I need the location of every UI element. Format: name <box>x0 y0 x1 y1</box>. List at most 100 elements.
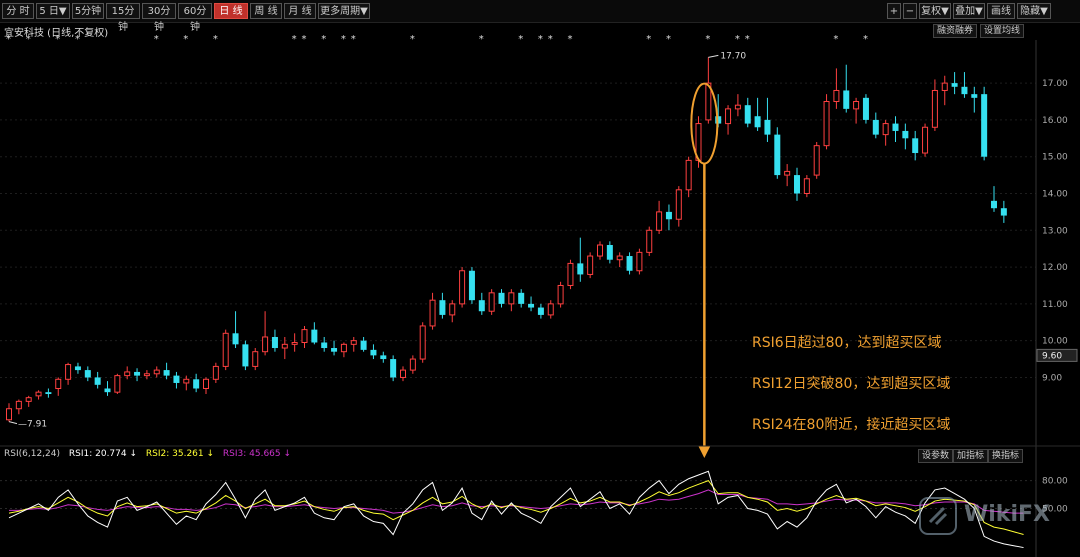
event-marker: * <box>705 34 710 45</box>
candle-body <box>498 292 505 304</box>
candle-body <box>646 229 653 253</box>
low-label: —7.91 <box>18 420 47 430</box>
candle-body <box>331 348 338 352</box>
candle-body <box>902 130 909 139</box>
annotation-rsi12: RSI12日突破80，达到超买区域 <box>752 376 951 392</box>
low-pointer <box>8 421 18 425</box>
candle-body <box>981 94 988 157</box>
candle-body <box>547 303 554 316</box>
candle-body <box>665 211 672 220</box>
candle-body <box>183 378 190 384</box>
event-marker: * <box>154 34 159 45</box>
candle-body <box>153 369 160 375</box>
event-marker: * <box>26 34 31 45</box>
candle-body <box>449 303 456 316</box>
candle-body <box>468 270 475 301</box>
rsi-indicator-name[interactable]: RSI(6,12,24) <box>4 449 60 459</box>
set-params-button[interactable]: 设参数 <box>918 449 954 463</box>
candle-body <box>636 251 643 272</box>
current-price-label: 9.60 <box>1042 351 1062 361</box>
rsi-tick-80: 80.00 <box>1042 477 1068 487</box>
candle-body <box>281 343 288 349</box>
candle-body <box>872 119 879 135</box>
candle-body <box>991 200 997 209</box>
candle-body <box>725 108 732 125</box>
candle-body <box>321 342 328 349</box>
event-marker: * <box>538 34 543 45</box>
candle-body <box>567 262 574 286</box>
change-indicator-button[interactable]: 换指标 <box>988 449 1024 463</box>
candle-body <box>941 82 948 91</box>
candle-body <box>65 364 72 380</box>
candle-body <box>242 344 249 367</box>
event-marker: * <box>646 34 651 45</box>
candle-body <box>744 105 751 124</box>
highlight-ellipse <box>690 82 719 165</box>
candle-body <box>370 349 377 356</box>
candle-body <box>1000 208 1007 216</box>
event-marker: * <box>302 34 307 45</box>
event-marker: * <box>666 34 671 45</box>
y-tick-label: 16.00 <box>1042 116 1068 126</box>
y-tick-label: 13.00 <box>1042 226 1068 236</box>
high-label: 17.70 <box>720 51 746 61</box>
candle-body <box>15 400 22 410</box>
candle-body <box>350 340 357 345</box>
candle-body <box>380 355 387 360</box>
candle-body <box>301 329 308 344</box>
candle-body <box>951 83 958 87</box>
candle-body <box>84 370 91 378</box>
candle-body <box>537 307 544 315</box>
add-indicator-button[interactable]: 加指标 <box>953 449 989 463</box>
candle-body <box>616 255 623 261</box>
event-marker: * <box>735 34 740 45</box>
event-marker: * <box>410 34 415 45</box>
candle-body <box>734 104 741 110</box>
candle-body <box>882 123 889 136</box>
candle-body <box>360 340 367 350</box>
rsi-header: RSI(6,12,24) RSI1: 20.774 ↓ RSI2: 35.261… <box>4 449 297 459</box>
annotation-rsi24: RSI24在80附近，接近超买区域 <box>752 417 951 433</box>
candle-body <box>833 89 840 103</box>
high-pointer <box>708 54 719 58</box>
annotation-rsi6: RSI6日超过80，达到超买区域 <box>752 335 942 351</box>
candle-body <box>478 300 485 312</box>
event-marker: * <box>863 34 868 45</box>
candle-body <box>813 145 820 176</box>
candle-body <box>409 358 416 371</box>
event-marker: * <box>6 34 11 45</box>
candle-body <box>134 371 141 376</box>
event-marker: * <box>518 34 523 45</box>
candle-body <box>606 245 613 260</box>
event-marker: * <box>351 34 356 45</box>
event-marker: * <box>292 34 297 45</box>
candle-body <box>528 303 535 308</box>
rsi1-value: RSI1: 20.774 ↓ <box>68 449 138 459</box>
candle-body <box>764 119 771 135</box>
watermark-text: WikiFX <box>964 502 1050 527</box>
candlestick-chart: 17.00 16.00 15.00 14.00 13.00 12.00 11.00 10.00… <box>0 34 1080 557</box>
candle-body <box>222 332 229 367</box>
candle-body <box>291 342 298 345</box>
candle-body <box>577 263 584 275</box>
y-tick-label: 12.00 <box>1042 263 1068 273</box>
rsi3-line <box>9 489 1024 514</box>
candle-body <box>124 371 131 377</box>
candle-body <box>429 299 436 327</box>
candle-body <box>439 300 446 315</box>
candle-body <box>35 391 42 397</box>
candle-body <box>931 89 938 128</box>
candle-body <box>203 378 209 389</box>
candle-body <box>390 359 397 378</box>
candle-body <box>104 388 111 393</box>
event-marker: * <box>55 34 60 45</box>
candle-body <box>252 351 259 367</box>
candle-body <box>400 369 406 378</box>
rsi3-value: RSI3: 45.665 ↓ <box>222 449 292 459</box>
y-tick-label: 10.00 <box>1042 337 1068 347</box>
candle-body <box>823 101 830 147</box>
candle-body <box>843 90 850 109</box>
event-marker: * <box>321 34 326 45</box>
candle-body <box>143 373 150 377</box>
y-tick-label: 9.00 <box>1042 373 1062 383</box>
